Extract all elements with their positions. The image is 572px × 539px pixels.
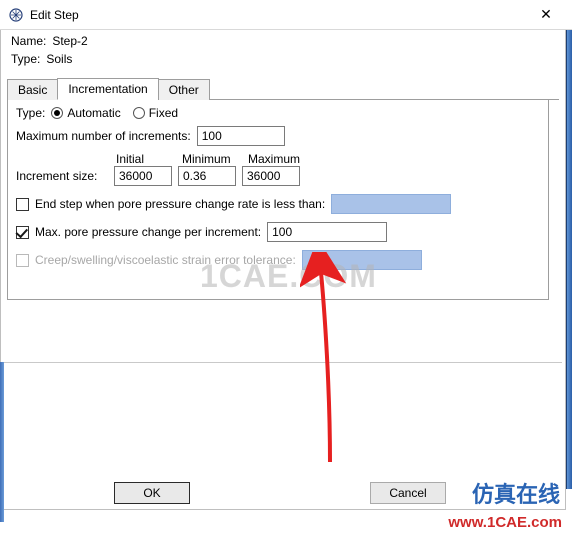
- incr-size-row: Increment size:: [16, 166, 540, 186]
- max-pore-checkbox: [16, 226, 29, 239]
- creep-row: Creep/swelling/viscoelastic strain error…: [16, 250, 540, 270]
- app-icon: [8, 7, 24, 23]
- head-minimum: Minimum: [182, 152, 248, 166]
- radio-mark-fixed: [133, 107, 145, 119]
- cancel-button[interactable]: Cancel: [370, 482, 446, 504]
- name-value: Step-2: [52, 34, 87, 48]
- incr-size-label: Increment size:: [16, 169, 108, 183]
- incr-headers: Initial Minimum Maximum: [16, 152, 540, 166]
- radio-automatic-label: Automatic: [67, 106, 120, 120]
- creep-field: [302, 250, 422, 270]
- max-pore-input[interactable]: [267, 222, 387, 242]
- incr-minimum-input[interactable]: [178, 166, 236, 186]
- creep-check: Creep/swelling/viscoelastic strain error…: [16, 253, 296, 267]
- incr-type-label: Type:: [16, 106, 45, 120]
- watermark-url: www.1CAE.com: [448, 514, 562, 531]
- type-label: Type:: [11, 52, 40, 66]
- title-bar: Edit Step ✕: [0, 0, 572, 30]
- close-button[interactable]: ✕: [526, 1, 566, 29]
- radio-mark-automatic: [51, 107, 63, 119]
- watermark-cn: 仿真在线: [472, 477, 560, 509]
- max-incr-row: Maximum number of increments:: [16, 126, 540, 146]
- head-initial: Initial: [116, 152, 182, 166]
- incr-type-row: Type: Automatic Fixed: [16, 106, 540, 120]
- tab-bar: Basic Incrementation Other: [7, 76, 559, 100]
- dialog-content: Name: Step-2 Type: Soils Basic Increment…: [0, 30, 566, 510]
- radio-automatic[interactable]: Automatic: [51, 106, 120, 120]
- max-pore-row: Max. pore pressure change per increment:: [16, 222, 540, 242]
- radio-fixed[interactable]: Fixed: [133, 106, 178, 120]
- background-left-edge: [0, 362, 4, 522]
- creep-label: Creep/swelling/viscoelastic strain error…: [35, 253, 296, 267]
- tab-other[interactable]: Other: [158, 79, 210, 100]
- end-step-checkbox: [16, 198, 29, 211]
- window-right-edge: [566, 30, 572, 489]
- background-divider: [0, 362, 562, 363]
- max-pore-label: Max. pore pressure change per increment:: [35, 225, 261, 239]
- radio-fixed-label: Fixed: [149, 106, 178, 120]
- incr-initial-input[interactable]: [114, 166, 172, 186]
- end-step-check[interactable]: End step when pore pressure change rate …: [16, 197, 325, 211]
- window-title: Edit Step: [30, 8, 79, 22]
- name-row: Name: Step-2: [1, 30, 565, 52]
- max-pore-check[interactable]: Max. pore pressure change per increment:: [16, 225, 261, 239]
- max-incr-label: Maximum number of increments:: [16, 129, 191, 143]
- name-label: Name:: [11, 34, 46, 48]
- tab-incrementation[interactable]: Incrementation: [57, 78, 158, 100]
- head-maximum: Maximum: [248, 152, 314, 166]
- type-value: Soils: [46, 52, 72, 66]
- creep-checkbox: [16, 254, 29, 267]
- end-step-row: End step when pore pressure change rate …: [16, 194, 540, 214]
- incr-maximum-input[interactable]: [242, 166, 300, 186]
- incrementation-panel: Type: Automatic Fixed Maximum number of …: [7, 100, 549, 300]
- ok-button[interactable]: OK: [114, 482, 190, 504]
- type-row: Type: Soils: [1, 52, 565, 70]
- end-step-label: End step when pore pressure change rate …: [35, 197, 325, 211]
- end-step-field: [331, 194, 451, 214]
- tab-basic[interactable]: Basic: [7, 79, 58, 100]
- max-incr-input[interactable]: [197, 126, 285, 146]
